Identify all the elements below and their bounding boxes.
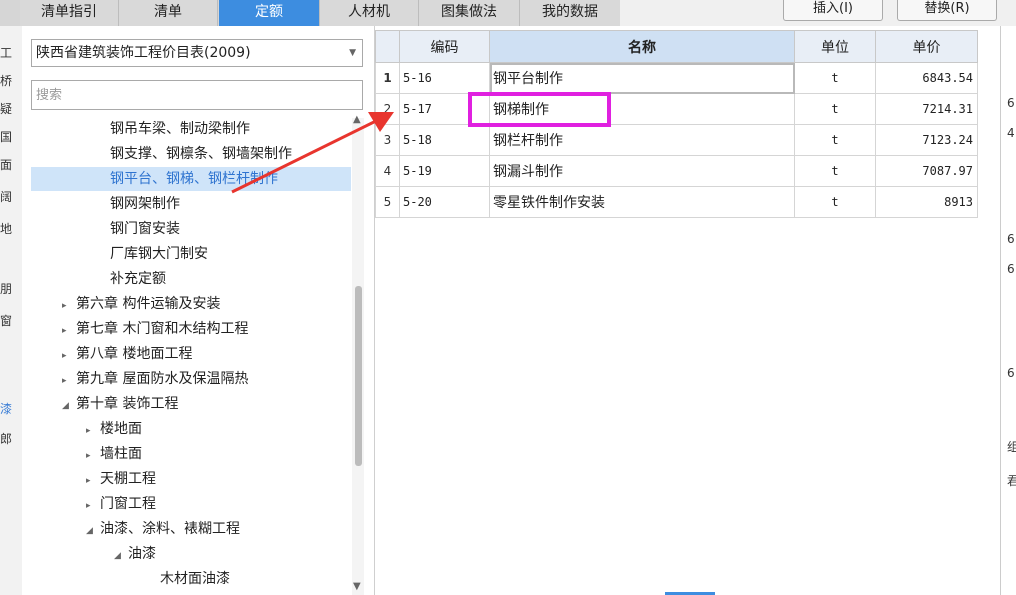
- annotation-arrow-icon: [231, 112, 394, 194]
